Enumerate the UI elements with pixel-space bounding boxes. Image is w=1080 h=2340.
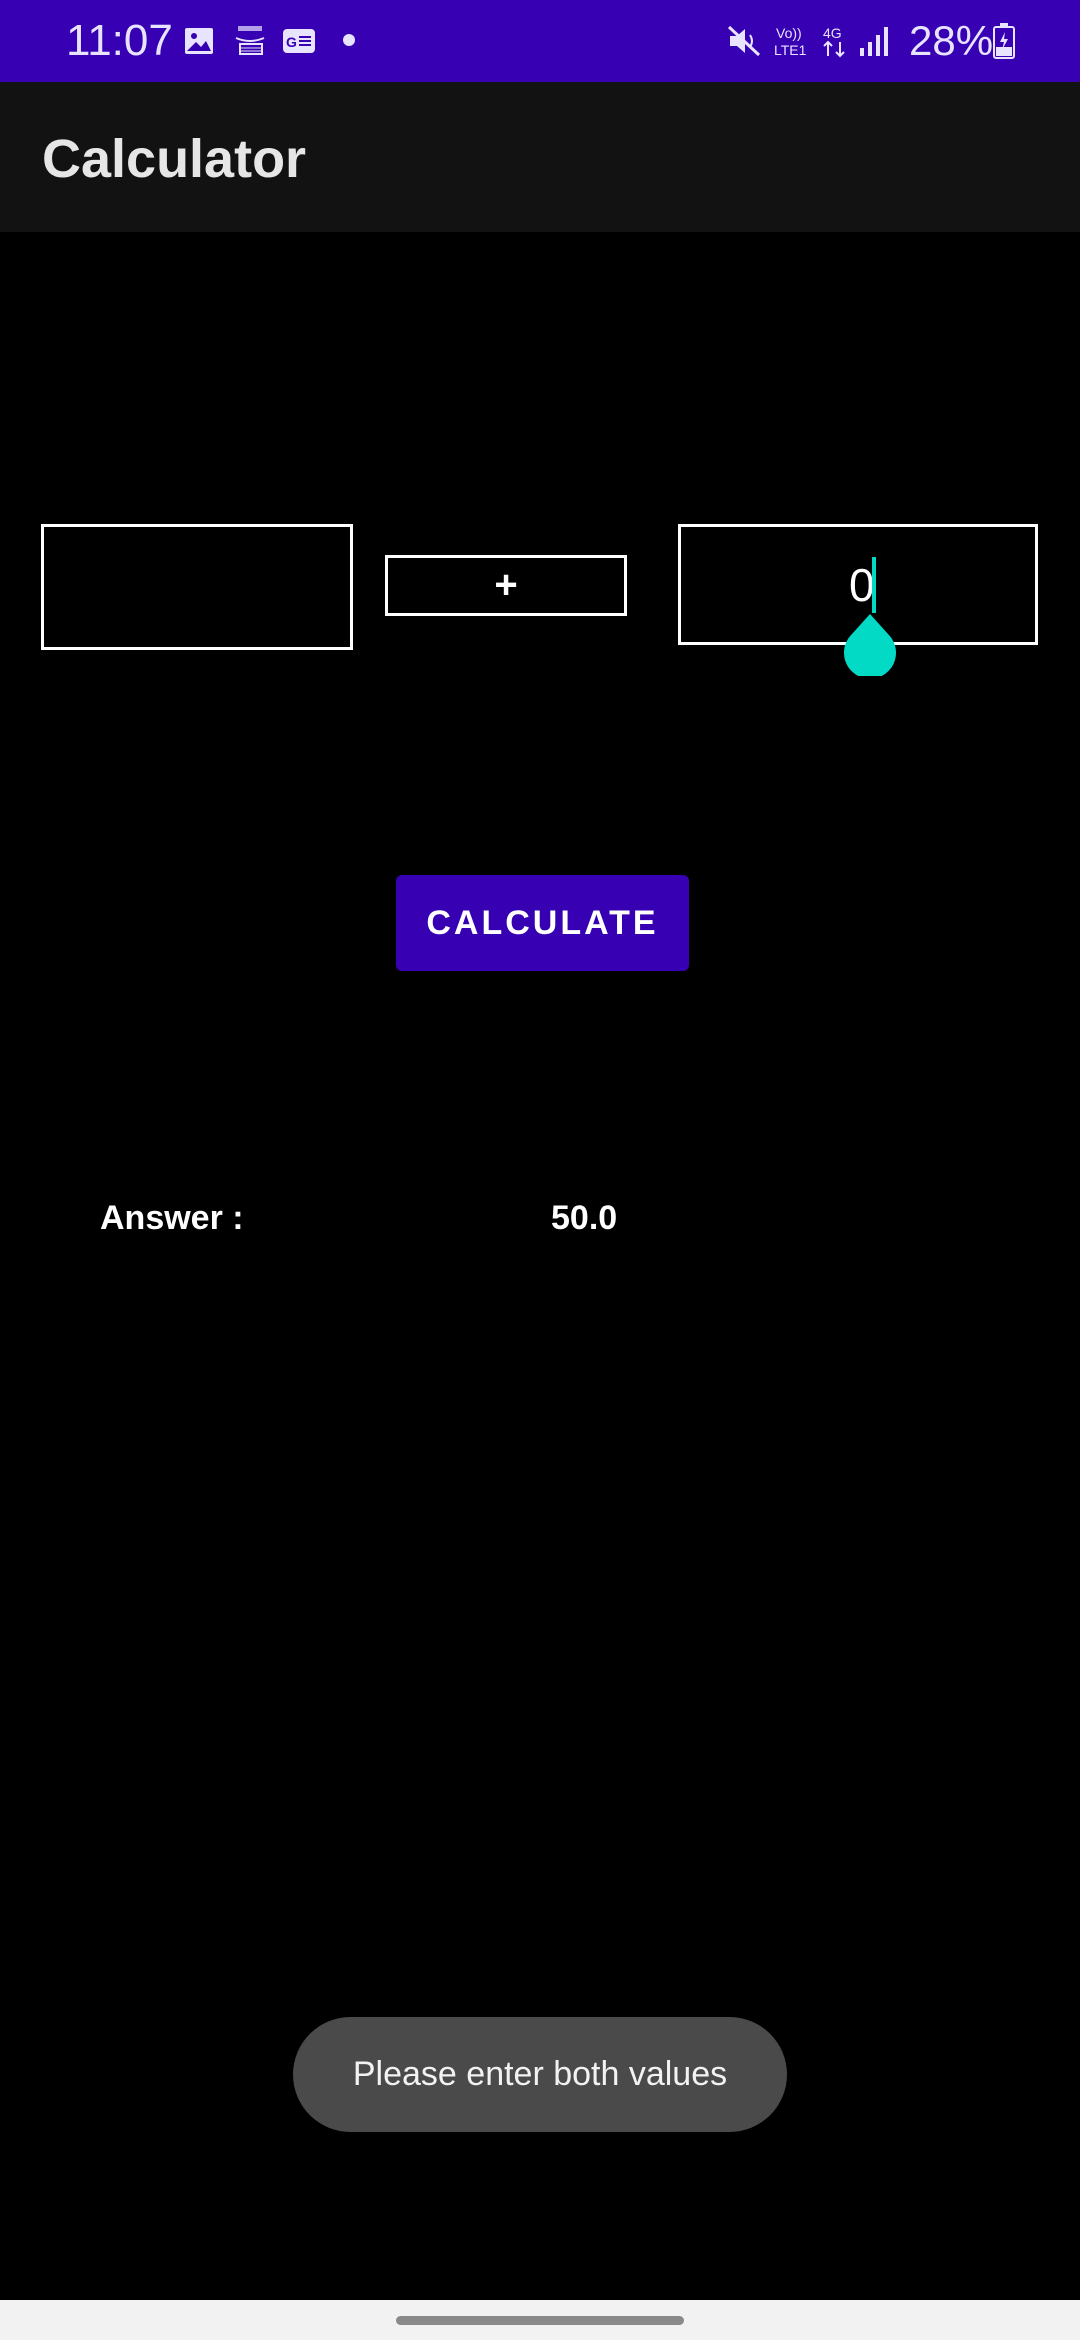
- text-cursor-handle-icon[interactable]: [842, 612, 898, 676]
- signal-icon: [860, 27, 888, 56]
- answer-label: Answer :: [100, 1199, 244, 1237]
- 4g-icon: 4G: [823, 25, 845, 58]
- calculate-button[interactable]: CALCULATE: [396, 875, 689, 971]
- operator-text: +: [494, 563, 518, 607]
- operator-input[interactable]: +: [385, 555, 627, 616]
- mute-icon: [727, 25, 761, 57]
- svg-text:4G: 4G: [823, 25, 842, 41]
- image-icon: [185, 28, 213, 54]
- calculator-screen: 11:07 G Vo)) LTE1 4G 28% Calculator + 0 …: [0, 0, 1080, 2340]
- status-time: 11:07: [66, 16, 173, 65]
- status-bar: 11:07 G Vo)) LTE1 4G 28%: [0, 0, 1080, 82]
- battery-percentage: 28%: [909, 17, 994, 64]
- svg-text:LTE1: LTE1: [774, 42, 807, 58]
- toast-message: Please enter both values: [293, 2017, 787, 2132]
- text-cursor: [872, 557, 876, 613]
- amazon-icon: [235, 26, 265, 55]
- answer-value: 50.0: [551, 1199, 618, 1237]
- app-title: Calculator: [42, 129, 307, 189]
- volte-icon: Vo)) LTE1: [774, 25, 807, 58]
- second-number-value: 0: [849, 559, 875, 611]
- first-number-input[interactable]: [41, 524, 353, 650]
- svg-text:G: G: [286, 34, 297, 50]
- gesture-handle[interactable]: [396, 2316, 684, 2325]
- battery-icon: [993, 23, 1015, 59]
- notification-dot: [343, 34, 355, 46]
- app-bar: Calculator: [0, 82, 1080, 232]
- navigation-bar: [0, 2300, 1080, 2340]
- news-icon: G: [283, 29, 315, 53]
- svg-text:Vo)): Vo)): [776, 25, 802, 41]
